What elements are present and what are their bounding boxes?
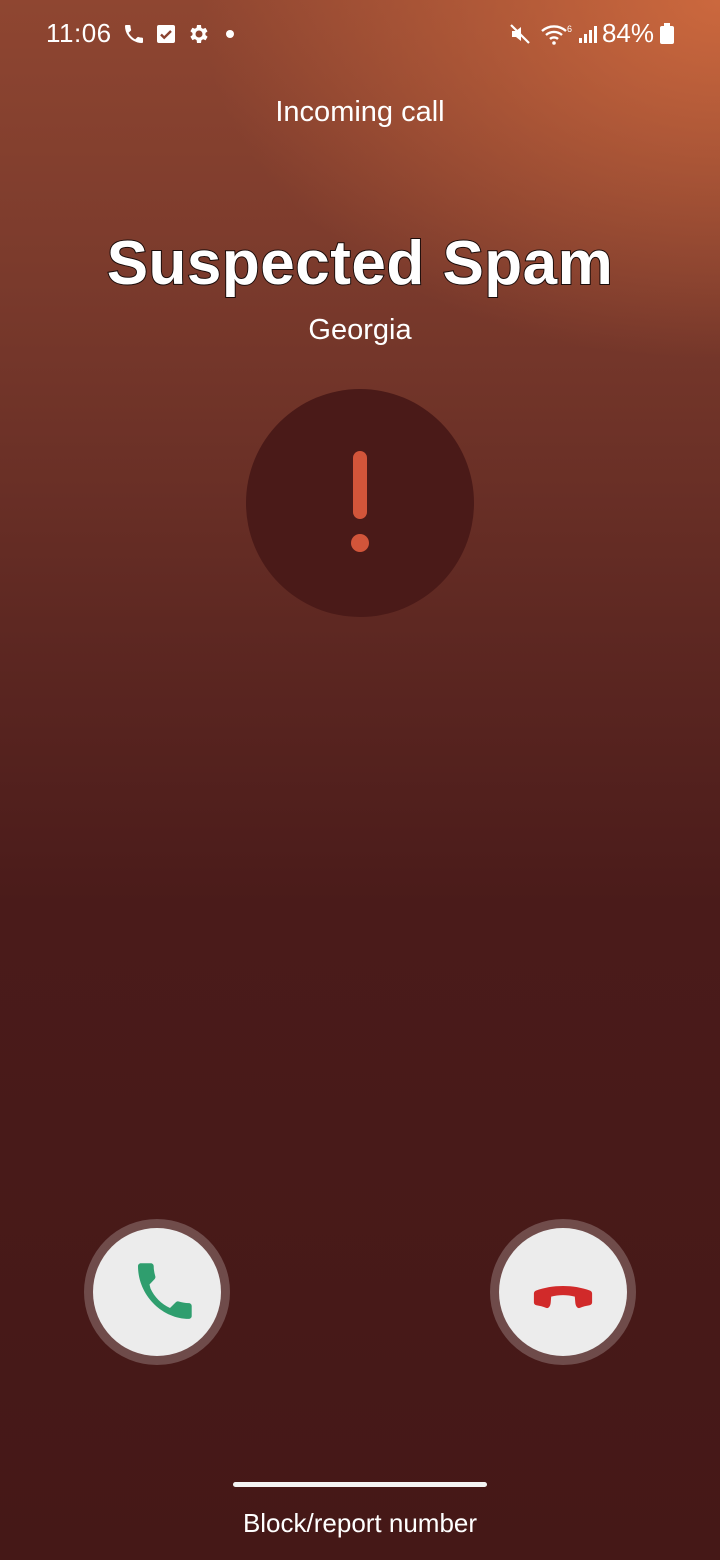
- battery-icon: [658, 22, 676, 46]
- dot-icon: [218, 22, 242, 46]
- caller-name: Suspected Spam: [106, 228, 614, 299]
- caller-location: Georgia: [308, 314, 412, 346]
- signal-icon: [576, 22, 600, 46]
- incoming-call-screen: 11:06 6 84% Incoming call Suspected Spam…: [0, 0, 720, 1560]
- phone-answer-icon: [138, 1263, 192, 1319]
- block-report-button[interactable]: Block/report number: [0, 1508, 720, 1539]
- mute-icon: [508, 22, 532, 46]
- phone-icon: [122, 22, 146, 46]
- decline-call-button[interactable]: [499, 1228, 627, 1356]
- call-status-label: Incoming call: [275, 96, 445, 128]
- gear-icon: [186, 22, 210, 46]
- swipe-handle[interactable]: [233, 1482, 487, 1487]
- battery-percent: 84%: [601, 18, 654, 48]
- answer-button-ring: [84, 1219, 230, 1365]
- status-time: 11:06: [46, 18, 112, 48]
- svg-text:6: 6: [567, 24, 572, 34]
- answer-call-button[interactable]: [93, 1228, 221, 1356]
- decline-button-ring: [490, 1219, 636, 1365]
- phone-decline-icon: [533, 1286, 593, 1309]
- status-bar: 11:06 6 84%: [0, 0, 720, 70]
- spam-warning-avatar: [246, 389, 474, 617]
- checkbox-icon: [154, 22, 178, 46]
- wifi-icon: 6: [540, 22, 574, 46]
- exclamation-icon: [351, 451, 369, 552]
